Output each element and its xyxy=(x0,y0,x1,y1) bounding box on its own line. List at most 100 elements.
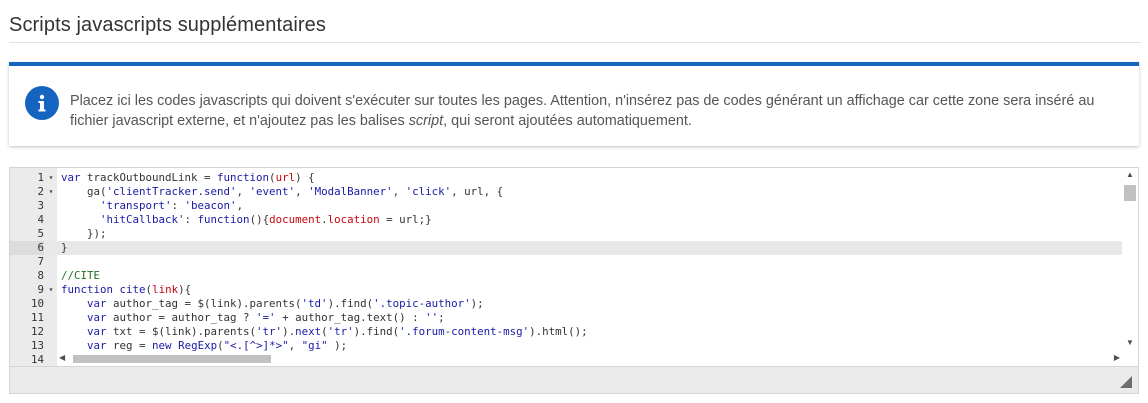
fold-toggle-icon[interactable]: ▾ xyxy=(47,283,55,297)
code-token: '=' xyxy=(256,311,276,324)
info-icon xyxy=(25,86,59,120)
code-token: , xyxy=(295,185,309,198)
code-text: function cite(link){ xyxy=(61,283,191,297)
code-token: } xyxy=(61,241,68,254)
code-line[interactable]: 8 //CITE xyxy=(10,269,1122,283)
code-token: 'event' xyxy=(249,185,296,198)
info-text-end: , qui seront ajoutées automatiquement. xyxy=(443,113,692,129)
line-number: 3 xyxy=(37,199,44,212)
line-number: 13 xyxy=(30,339,44,352)
code-token: 'tr' xyxy=(256,325,283,338)
line-number: 14 xyxy=(30,353,44,366)
fold-toggle-icon[interactable]: ▾ xyxy=(47,185,55,199)
code-line[interactable]: 9 ▾ function cite(link){ xyxy=(10,283,1122,297)
editor-status-bar xyxy=(10,366,1138,393)
code-token: reg = xyxy=(106,339,153,352)
code-text: var trackOutboundLink = function(url) { xyxy=(61,171,315,185)
code-token: , xyxy=(288,339,302,352)
code-token: var xyxy=(87,339,107,352)
code-token: , xyxy=(236,185,250,198)
scroll-left-icon[interactable]: ◀ xyxy=(59,353,65,362)
code-token: ) { xyxy=(295,171,315,184)
scroll-right-icon[interactable]: ▶ xyxy=(1114,353,1120,362)
code-token: : xyxy=(184,213,198,226)
line-number: 7 xyxy=(37,255,44,268)
code-token: ); xyxy=(327,339,348,352)
code-token: 'click' xyxy=(405,185,452,198)
line-number: 8 xyxy=(37,269,44,282)
title-divider xyxy=(9,42,1141,43)
code-token: ){ xyxy=(178,283,192,296)
code-editor[interactable]: 1 ▾ var trackOutboundLink = function(url) … xyxy=(9,167,1139,394)
info-text: Placez ici les codes javascripts qui doi… xyxy=(70,91,1110,131)
horizontal-scrollbar[interactable]: ◀ ▶ xyxy=(57,352,1122,366)
scroll-down-icon[interactable]: ▼ xyxy=(1126,338,1134,347)
code-line[interactable]: 3 'transport': 'beacon', xyxy=(10,199,1122,213)
code-line[interactable]: 10 var author_tag = $(link).parents('td'… xyxy=(10,297,1122,311)
code-token: 'transport' xyxy=(100,199,172,212)
code-line[interactable]: 1 ▾ var trackOutboundLink = function(url) … xyxy=(10,171,1122,185)
code-token: author_tag = $(link).parents( xyxy=(106,297,302,310)
code-token: + author_tag.text() : xyxy=(275,311,426,324)
line-number: 6 xyxy=(10,241,44,255)
scroll-up-icon[interactable]: ▲ xyxy=(1126,170,1134,179)
code-line[interactable]: 12 var txt = $(link).parents('tr').next(… xyxy=(10,325,1122,339)
code-token: , xyxy=(236,199,244,212)
code-token: trackOutboundLink = xyxy=(80,171,218,184)
code-token: ; xyxy=(438,311,445,324)
code-line[interactable]: 6} xyxy=(10,241,1122,255)
code-token: 'hitCallback' xyxy=(100,213,185,226)
resize-handle-icon[interactable] xyxy=(1120,376,1132,388)
code-token: 'beacon' xyxy=(184,199,237,212)
code-text: 'transport': 'beacon', xyxy=(61,199,243,213)
code-token: "gi" xyxy=(301,339,328,352)
code-token: author = author_tag ? xyxy=(106,311,257,324)
code-line[interactable]: 5 }); xyxy=(10,227,1122,241)
horizontal-scroll-thumb[interactable] xyxy=(73,355,271,363)
code-token: var xyxy=(87,311,107,324)
code-text: ga('clientTracker.send', 'event', 'Modal… xyxy=(61,185,503,199)
code-token: ). xyxy=(282,325,296,338)
line-number: 1 xyxy=(37,171,44,184)
code-text: }); xyxy=(61,227,107,241)
code-line[interactable]: 2 ▾ ga('clientTracker.send', 'event', 'Mo… xyxy=(10,185,1122,199)
code-token: "<.[^>]*>" xyxy=(223,339,289,352)
code-token: = url;} xyxy=(379,213,432,226)
code-token: }); xyxy=(61,227,107,240)
code-line[interactable]: 4 'hitCallback': function(){document.loc… xyxy=(10,213,1122,227)
code-token: 'ModalBanner' xyxy=(308,185,393,198)
line-number: 4 xyxy=(37,213,44,226)
code-token: cite xyxy=(119,283,146,296)
line-number: 5 xyxy=(37,227,44,240)
line-number: 11 xyxy=(30,311,44,324)
line-number: 12 xyxy=(30,325,44,338)
code-text: } xyxy=(61,241,68,255)
vertical-scroll-thumb[interactable] xyxy=(1124,185,1136,201)
code-token: function xyxy=(197,213,250,226)
code-token: '.forum-content-msg' xyxy=(399,325,530,338)
fold-toggle-icon[interactable]: ▾ xyxy=(47,171,55,185)
code-token: ); xyxy=(470,297,484,310)
code-text: var txt = $(link).parents('tr').next('tr… xyxy=(61,325,588,339)
code-token: var xyxy=(87,325,107,338)
code-token: 'tr' xyxy=(327,325,354,338)
code-token: ).find( xyxy=(327,297,374,310)
code-token: RegExp xyxy=(178,339,218,352)
code-token: 'clientTracker.send' xyxy=(106,185,237,198)
code-area[interactable]: 1 ▾ var trackOutboundLink = function(url) … xyxy=(10,168,1122,366)
code-token: ga( xyxy=(61,185,107,198)
code-token: 'td' xyxy=(301,297,328,310)
code-text: var author_tag = $(link).parents('td').f… xyxy=(61,297,484,311)
code-token: next xyxy=(295,325,322,338)
vertical-scrollbar[interactable]: ▲ ▼ xyxy=(1122,168,1138,352)
code-token: , xyxy=(392,185,406,198)
code-text: var reg = new RegExp("<.[^>]*>", "gi" ); xyxy=(61,339,347,353)
code-line[interactable]: 7 xyxy=(10,255,1122,269)
line-number: 2 xyxy=(37,185,44,198)
code-line[interactable]: 13 var reg = new RegExp("<.[^>]*>", "gi"… xyxy=(10,339,1122,353)
code-line[interactable]: 11 var author = author_tag ? '=' + autho… xyxy=(10,311,1122,325)
